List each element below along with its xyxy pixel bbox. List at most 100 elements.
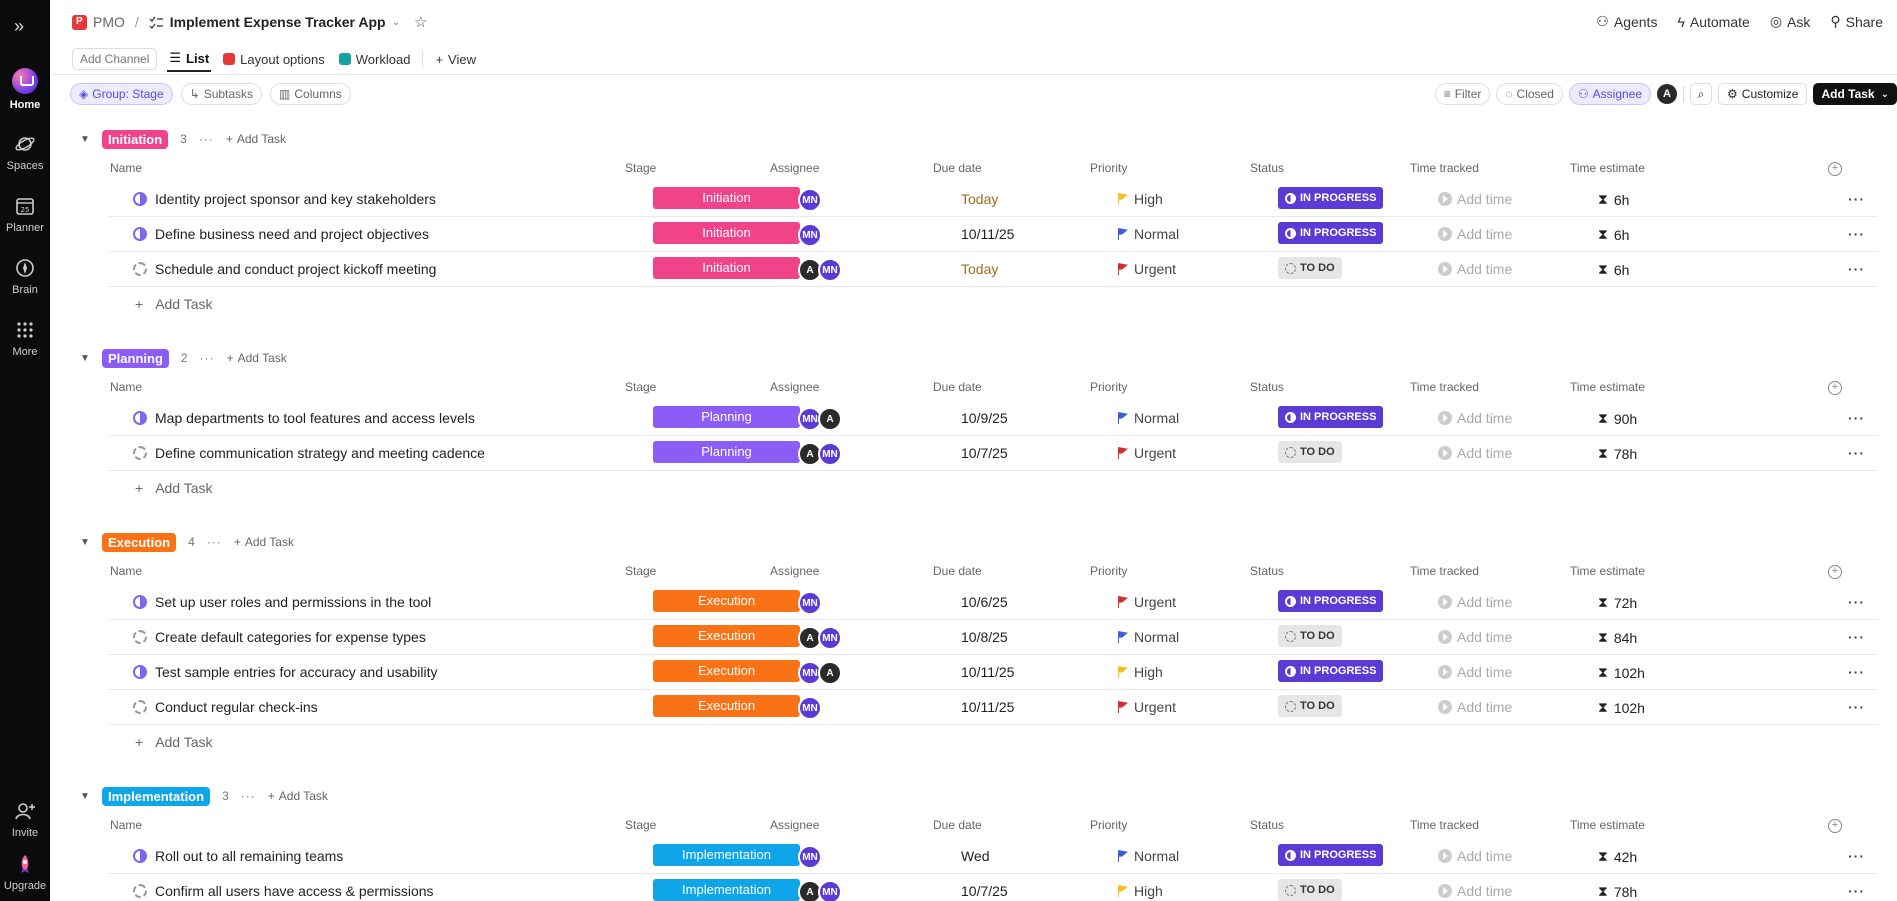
- chevron-down-icon[interactable]: ⌄: [392, 17, 400, 28]
- star-icon[interactable]: ☆: [414, 13, 427, 31]
- stage-badge[interactable]: Execution: [653, 660, 800, 682]
- col-due-date[interactable]: Due date: [933, 564, 982, 578]
- task-name[interactable]: Roll out to all remaining teams: [155, 848, 343, 864]
- col-stage[interactable]: Stage: [625, 564, 656, 578]
- due-date[interactable]: 10/8/25: [961, 629, 1008, 645]
- time-estimate-cell[interactable]: ⧗ 72h: [1598, 594, 1637, 611]
- priority-cell[interactable]: High: [1118, 191, 1163, 207]
- status-icon[interactable]: [133, 411, 147, 425]
- status-icon[interactable]: [133, 446, 147, 460]
- col-name[interactable]: Name: [110, 161, 142, 175]
- time-estimate-cell[interactable]: ⧗ 6h: [1598, 261, 1629, 278]
- assignee-avatars[interactable]: A MN: [798, 258, 842, 282]
- task-name-cell[interactable]: Define business need and project objecti…: [133, 226, 429, 242]
- col-stage[interactable]: Stage: [625, 818, 656, 832]
- table-row[interactable]: Define communication strategy and meetin…: [108, 436, 1878, 471]
- row-menu-icon[interactable]: ···: [1848, 191, 1865, 207]
- collapse-caret-icon[interactable]: ▼: [80, 791, 90, 802]
- task-name-cell[interactable]: Create default categories for expense ty…: [133, 629, 426, 645]
- table-row[interactable]: Identity project sponsor and key stakeho…: [108, 182, 1878, 217]
- avatar[interactable]: MN: [798, 591, 822, 615]
- status-icon[interactable]: [133, 262, 147, 276]
- table-row[interactable]: Define business need and project objecti…: [108, 217, 1878, 252]
- assignee-avatars[interactable]: A MN: [798, 880, 842, 901]
- status-badge[interactable]: IN PROGRESS: [1278, 844, 1384, 866]
- row-menu-icon[interactable]: ···: [1848, 594, 1865, 610]
- collapse-caret-icon[interactable]: ▼: [80, 353, 90, 364]
- time-estimate-cell[interactable]: ⧗ 90h: [1598, 410, 1637, 427]
- rail-brain[interactable]: Brain: [0, 257, 50, 296]
- time-tracked-cell[interactable]: Add time: [1438, 629, 1512, 645]
- task-name[interactable]: Map departments to tool features and acc…: [155, 410, 475, 426]
- assignee-filter-button[interactable]: ⚇ Assignee: [1568, 83, 1652, 105]
- row-menu-icon[interactable]: ···: [1848, 410, 1865, 426]
- task-name[interactable]: Schedule and conduct project kickoff mee…: [155, 261, 436, 277]
- col-name[interactable]: Name: [110, 564, 142, 578]
- col-time-tracked[interactable]: Time tracked: [1410, 161, 1479, 175]
- stage-badge[interactable]: Implementation: [653, 879, 800, 901]
- priority-cell[interactable]: Normal: [1118, 848, 1179, 864]
- search-button[interactable]: ⌕: [1690, 83, 1713, 105]
- group-tag[interactable]: Implementation: [102, 786, 211, 806]
- automate-button[interactable]: ϟ Automate: [1677, 13, 1749, 30]
- rail-spaces[interactable]: Spaces: [0, 133, 50, 172]
- table-row[interactable]: Confirm all users have access & permissi…: [108, 874, 1878, 901]
- priority-cell[interactable]: Urgent: [1118, 261, 1176, 277]
- task-name-cell[interactable]: Roll out to all remaining teams: [133, 848, 343, 864]
- col-time-estimate[interactable]: Time estimate: [1570, 380, 1645, 394]
- due-date[interactable]: 10/6/25: [961, 594, 1008, 610]
- ask-button[interactable]: ◎ Ask: [1770, 13, 1811, 30]
- col-status[interactable]: Status: [1250, 380, 1284, 394]
- add-task-button[interactable]: Add Task ⌄: [1813, 83, 1897, 105]
- time-estimate-cell[interactable]: ⧗ 6h: [1598, 191, 1629, 208]
- status-icon[interactable]: [133, 884, 147, 898]
- add-column-icon[interactable]: +: [1828, 819, 1842, 833]
- col-priority[interactable]: Priority: [1090, 161, 1127, 175]
- col-time-tracked[interactable]: Time tracked: [1410, 380, 1479, 394]
- assignee-avatars[interactable]: MN: [798, 591, 822, 615]
- avatar[interactable]: MN: [818, 442, 842, 466]
- task-name[interactable]: Confirm all users have access & permissi…: [155, 883, 434, 899]
- priority-cell[interactable]: Normal: [1118, 410, 1179, 426]
- time-tracked-cell[interactable]: Add time: [1438, 226, 1512, 242]
- group-by-button[interactable]: ◈ Group: Stage: [70, 83, 173, 105]
- group-tag[interactable]: Initiation: [102, 129, 169, 149]
- col-due-date[interactable]: Due date: [933, 380, 982, 394]
- status-badge[interactable]: IN PROGRESS: [1278, 590, 1384, 612]
- group-add-task-button[interactable]: + Add Task: [268, 789, 328, 803]
- task-name[interactable]: Test sample entries for accuracy and usa…: [155, 664, 437, 680]
- assignee-avatars[interactable]: A MN: [798, 442, 842, 466]
- status-icon[interactable]: [133, 700, 147, 714]
- breadcrumb-space[interactable]: PMO: [93, 14, 125, 30]
- row-menu-icon[interactable]: ···: [1848, 848, 1865, 864]
- task-name[interactable]: Set up user roles and permissions in the…: [155, 594, 431, 610]
- chevron-down-icon[interactable]: ⌄: [1881, 89, 1889, 100]
- assignee-avatars[interactable]: A MN: [798, 626, 842, 650]
- assignee-avatars[interactable]: MN: [798, 223, 822, 247]
- assignee-avatars[interactable]: MN: [798, 845, 822, 869]
- assignee-avatars[interactable]: MN A: [798, 407, 842, 431]
- col-stage[interactable]: Stage: [625, 380, 656, 394]
- time-tracked-cell[interactable]: Add time: [1438, 664, 1512, 680]
- status-badge[interactable]: TO DO: [1278, 257, 1342, 279]
- avatar[interactable]: A: [818, 407, 842, 431]
- task-name[interactable]: Create default categories for expense ty…: [155, 629, 426, 645]
- priority-cell[interactable]: Normal: [1118, 226, 1179, 242]
- col-time-estimate[interactable]: Time estimate: [1570, 161, 1645, 175]
- filter-button[interactable]: ≡ Filter: [1434, 83, 1491, 105]
- stage-badge[interactable]: Execution: [653, 625, 800, 647]
- rail-home[interactable]: Home: [0, 68, 50, 111]
- time-tracked-cell[interactable]: Add time: [1438, 261, 1512, 277]
- status-icon[interactable]: [133, 595, 147, 609]
- row-menu-icon[interactable]: ···: [1848, 226, 1865, 242]
- due-date[interactable]: 10/11/25: [961, 226, 1014, 242]
- due-date[interactable]: 10/7/25: [961, 883, 1008, 899]
- rail-upgrade[interactable]: Upgrade: [0, 853, 50, 892]
- col-due-date[interactable]: Due date: [933, 818, 982, 832]
- customize-button[interactable]: ⚙ Customize: [1718, 83, 1808, 105]
- table-row[interactable]: Test sample entries for accuracy and usa…: [108, 655, 1878, 690]
- time-tracked-cell[interactable]: Add time: [1438, 410, 1512, 426]
- agents-button[interactable]: ⚇ Agents: [1596, 13, 1657, 30]
- more-icon[interactable]: ···: [241, 789, 256, 803]
- priority-cell[interactable]: Urgent: [1118, 699, 1176, 715]
